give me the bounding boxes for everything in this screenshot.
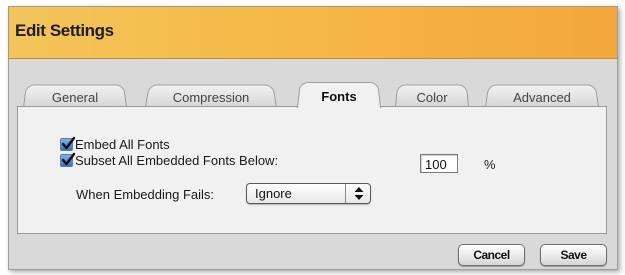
edit-settings-dialog: Edit Settings General Compression Fonts … xyxy=(8,6,618,270)
title-bar[interactable]: Edit Settings xyxy=(9,7,617,59)
cancel-button[interactable]: Cancel xyxy=(458,244,525,266)
subset-threshold-input[interactable]: 100 xyxy=(420,154,458,173)
subset-fonts-checkbox[interactable] xyxy=(60,152,76,167)
fonts-panel: Embed All Fonts Subset All Embedded Font… xyxy=(17,106,607,234)
embedding-fails-label: When Embedding Fails: xyxy=(76,187,215,202)
subset-fonts-row: Subset All Embedded Fonts Below: xyxy=(60,152,278,168)
select-arrows xyxy=(345,184,370,203)
embed-all-fonts-label: Embed All Fonts xyxy=(75,136,170,152)
dialog-title: Edit Settings xyxy=(15,21,114,40)
tab-fonts-label: Fonts xyxy=(321,89,357,104)
embedding-fails-select[interactable]: Ignore xyxy=(246,183,371,204)
up-down-arrows-icon xyxy=(354,187,364,200)
save-button[interactable]: Save xyxy=(540,244,607,266)
embedding-fails-value: Ignore xyxy=(255,186,292,201)
embed-all-fonts-row: Embed All Fonts xyxy=(60,136,170,152)
tab-bar: General Compression Fonts Color Advanced xyxy=(9,79,617,108)
checkmark-icon xyxy=(61,136,76,149)
checkmark-icon xyxy=(61,152,76,165)
subset-fonts-label: Subset All Embedded Fonts Below: xyxy=(75,152,279,168)
embed-all-fonts-checkbox[interactable] xyxy=(60,136,76,151)
percent-unit-label: % xyxy=(484,157,496,172)
